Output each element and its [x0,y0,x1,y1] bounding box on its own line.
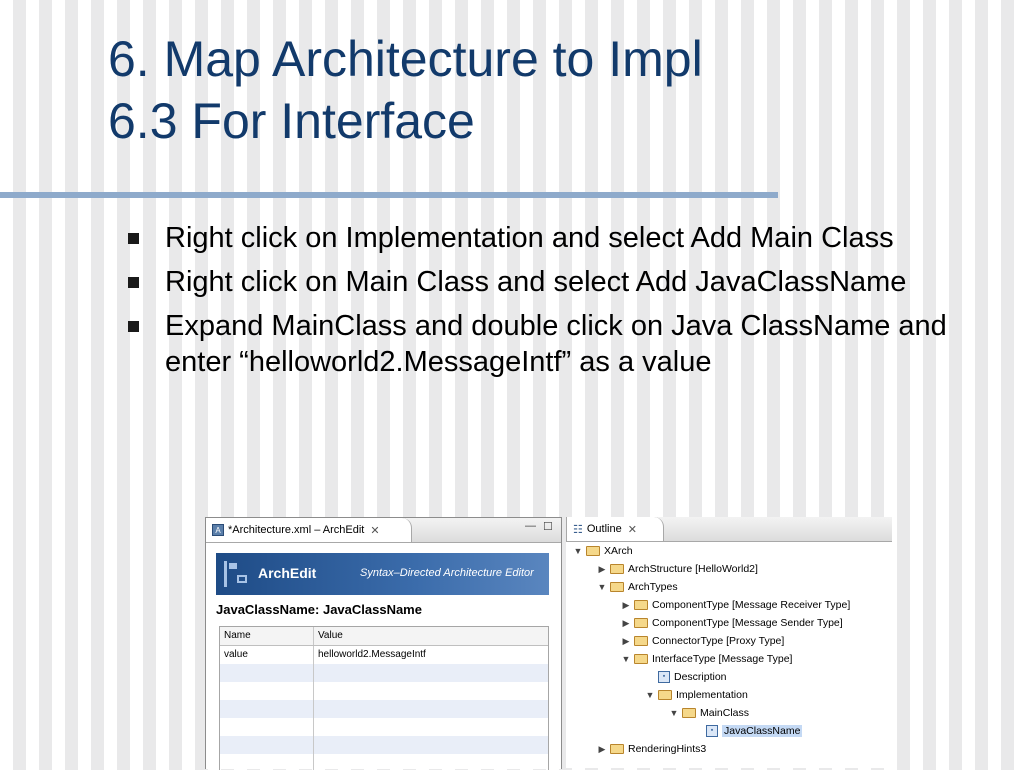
element-heading: JavaClassName: JavaClassName [216,602,422,617]
bullet-item: Expand MainClass and double click on Jav… [128,308,1008,380]
tree-node[interactable]: ▶ RenderingHints3 [596,740,707,758]
tree-node-label: Implementation [676,689,748,701]
tree-node[interactable]: ▼ MainClass [668,704,749,722]
tree-node-label: Description [674,671,727,683]
tree-node-label: ComponentType [Message Sender Type] [652,617,843,629]
folder-icon [634,636,648,646]
tree-node[interactable]: ▶ ComponentType [Message Sender Type] [620,614,843,632]
element-icon: ▪ [706,725,718,737]
outline-tab-label: Outline [586,523,622,535]
folder-icon [634,618,648,628]
table-row [220,736,548,754]
tree-node-label: RenderingHints3 [628,743,707,755]
banner-subtitle: Syntax–Directed Architecture Editor [360,567,534,579]
slide-title-line-1: 6. Map Architecture to Impl [108,31,703,87]
folder-icon [658,690,672,700]
tree-node[interactable]: ▪ Description [644,668,727,686]
expanded-arrow-icon[interactable]: ▼ [620,654,632,664]
file-icon: A [212,524,224,536]
slide-title-line-2: 6.3 For Interface [108,93,475,149]
expanded-arrow-icon[interactable]: ▼ [572,546,584,556]
column-header-value[interactable]: Value [314,627,548,645]
table-row [220,718,548,736]
tree-node-label: JavaClassName [722,725,803,737]
tree-node[interactable]: ▼ ArchTypes [596,578,678,596]
folder-icon [634,600,648,610]
table-row [220,664,548,682]
bullet-item: Right click on Implementation and select… [128,220,1008,256]
editor-tab-label: *Architecture.xml – ArchEdit [228,524,365,536]
banner-brand: ArchEdit [258,565,317,581]
folder-icon [682,708,696,718]
folder-icon [610,744,624,754]
tree-node-label: XArch [604,545,633,557]
collapsed-arrow-icon[interactable]: ▶ [596,564,608,575]
tree-node[interactable]: ▼ InterfaceType [Message Type] [620,650,793,668]
outline-icon: ☷ [573,523,583,536]
folder-icon [610,564,624,574]
tree-node-label: ComponentType [Message Receiver Type] [652,599,851,611]
outline-tab[interactable]: ☷ Outline ✕ [566,517,664,541]
tree-node-label: ConnectorType [Proxy Type] [652,635,785,647]
tree-node[interactable]: ▶ ConnectorType [Proxy Type] [620,632,785,650]
expanded-arrow-icon[interactable]: ▼ [668,708,680,718]
outline-view: ☷ Outline ✕ ▼ XArch ▶ ArchStructure [HelloW… [566,517,892,768]
editor-tab[interactable]: A *Architecture.xml – ArchEdit ✕ [206,518,412,542]
table-header: Name Value [220,627,548,646]
tree-node[interactable]: ▪ JavaClassName [692,722,803,740]
tree-node-label: MainClass [700,707,750,719]
tree-node-label: InterfaceType [Message Type] [652,653,793,665]
slide-title: 6. Map Architecture to Impl 6.3 For Inte… [108,28,703,152]
cell-name: value [220,646,314,664]
collapsed-arrow-icon[interactable]: ▶ [596,744,608,755]
folder-icon [586,546,600,556]
archedit-logo-icon [224,561,249,587]
folder-icon [634,654,648,664]
tree-node[interactable]: ▼ XArch [572,542,633,560]
editor-tab-bar: A *Architecture.xml – ArchEdit ✕ — ☐ [206,518,561,543]
cell-value[interactable]: helloworld2.MessageIntf [314,646,548,664]
tree-node-label: ArchTypes [628,581,678,593]
expanded-arrow-icon[interactable]: ▼ [596,582,608,592]
bullet-list: Right click on Implementation and select… [128,220,1008,388]
tree-node[interactable]: ▶ ArchStructure [HelloWorld2] [596,560,758,578]
close-icon[interactable]: ✕ [628,523,637,536]
table-row[interactable]: value helloworld2.MessageIntf [220,646,548,664]
column-header-name[interactable]: Name [220,627,314,645]
outline-tab-bar: ☷ Outline ✕ [566,517,892,542]
archedit-view: A *Architecture.xml – ArchEdit ✕ — ☐ Arc… [205,517,562,770]
folder-icon [610,582,624,592]
table-row [220,700,548,718]
element-icon: ▪ [658,671,670,683]
bullet-item: Right click on Main Class and select Add… [128,264,1008,300]
property-table: Name Value value helloworld2.MessageIntf [219,626,549,770]
expanded-arrow-icon[interactable]: ▼ [644,690,656,700]
table-row [220,682,548,700]
minimize-icon[interactable]: — [525,520,536,532]
collapsed-arrow-icon[interactable]: ▶ [620,600,632,611]
maximize-icon[interactable]: ☐ [543,520,553,533]
title-divider [0,192,778,198]
close-icon[interactable]: ✕ [370,524,379,537]
archedit-banner: ArchEdit Syntax–Directed Architecture Ed… [216,553,549,595]
tree-node[interactable]: ▶ ComponentType [Message Receiver Type] [620,596,851,614]
tree-node-label: ArchStructure [HelloWorld2] [628,563,758,575]
collapsed-arrow-icon[interactable]: ▶ [620,618,632,629]
tree-node[interactable]: ▼ Implementation [644,686,748,704]
collapsed-arrow-icon[interactable]: ▶ [620,636,632,647]
